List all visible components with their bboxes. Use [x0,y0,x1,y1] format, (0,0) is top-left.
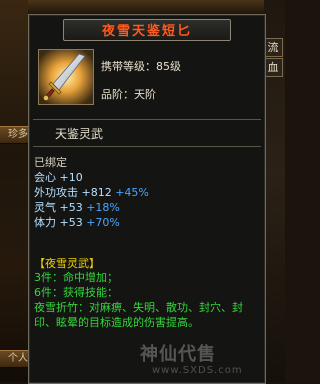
game-left-panel: 珍多 个人 [0,0,28,382]
game-top-bar [28,0,264,14]
set-skill-description: 夜雪折竹：对麻痹、失明、散功、封穴、封印、眩晕的目标造成的伤害提高。 [34,301,243,329]
divider [33,119,261,120]
item-title-bar: 夜雪天鉴短匕 [63,19,231,41]
stat-value: +812 [81,186,112,199]
item-level-requirement: 携带等级：85级 [101,60,181,73]
item-title: 夜雪天鉴短匕 [101,24,192,39]
set-bonus-3: 3件：命中增加； [34,271,118,284]
set-title: 【夜雪灵武】 [34,257,100,270]
item-tooltip: 夜雪天鉴短匕 携带等级：85级 品阶：天阶 天鉴灵武 已绑定 会心 +10 外功… [28,14,266,384]
right-slot-label[interactable]: 流 [263,38,283,57]
set-bonus-block: 3件：命中增加； 6件：获得技能： 夜雪折竹：对麻痹、失明、散功、封穴、封印、眩… [34,270,260,330]
stat-name: 会心 [34,171,56,184]
stat-bonus: +18% [86,201,120,214]
item-grade: 品阶：天阶 [101,88,156,101]
right-slot-label[interactable]: 血 [263,58,283,77]
item-icon-frame[interactable] [38,49,94,105]
stat-value: +53 [59,201,83,214]
stat-bonus: +70% [86,216,120,229]
dagger-icon [39,50,93,104]
stat-value: +10 [59,171,83,184]
stat-value: +53 [59,216,83,229]
stat-row: 会心 +10 [34,170,149,185]
stat-row: 体力 +53 +70% [34,215,149,230]
stat-bonus: +45% [115,186,149,199]
set-bonus-6: 6件：获得技能： [34,286,118,299]
item-weapon-type: 天鉴灵武 [55,127,104,141]
divider [33,146,261,147]
item-stats-list: 会心 +10 外功攻击 +812 +45% 灵气 +53 +18% 体力 +53… [34,170,149,230]
left-menu-button[interactable]: 珍多 [0,126,28,144]
stat-row: 外功攻击 +812 +45% [34,185,149,200]
item-bound-status: 已绑定 [34,156,67,169]
stat-name: 灵气 [34,201,56,214]
game-right-panel: 流 血 [263,0,285,382]
watermark-url: www.SXDS.com [152,365,243,376]
stat-name: 体力 [34,216,56,229]
left-menu-button-personal[interactable]: 个人 [0,350,28,368]
stat-row: 灵气 +53 +18% [34,200,149,215]
watermark: 神仙代售 [140,344,216,365]
stat-name: 外功攻击 [34,186,78,199]
